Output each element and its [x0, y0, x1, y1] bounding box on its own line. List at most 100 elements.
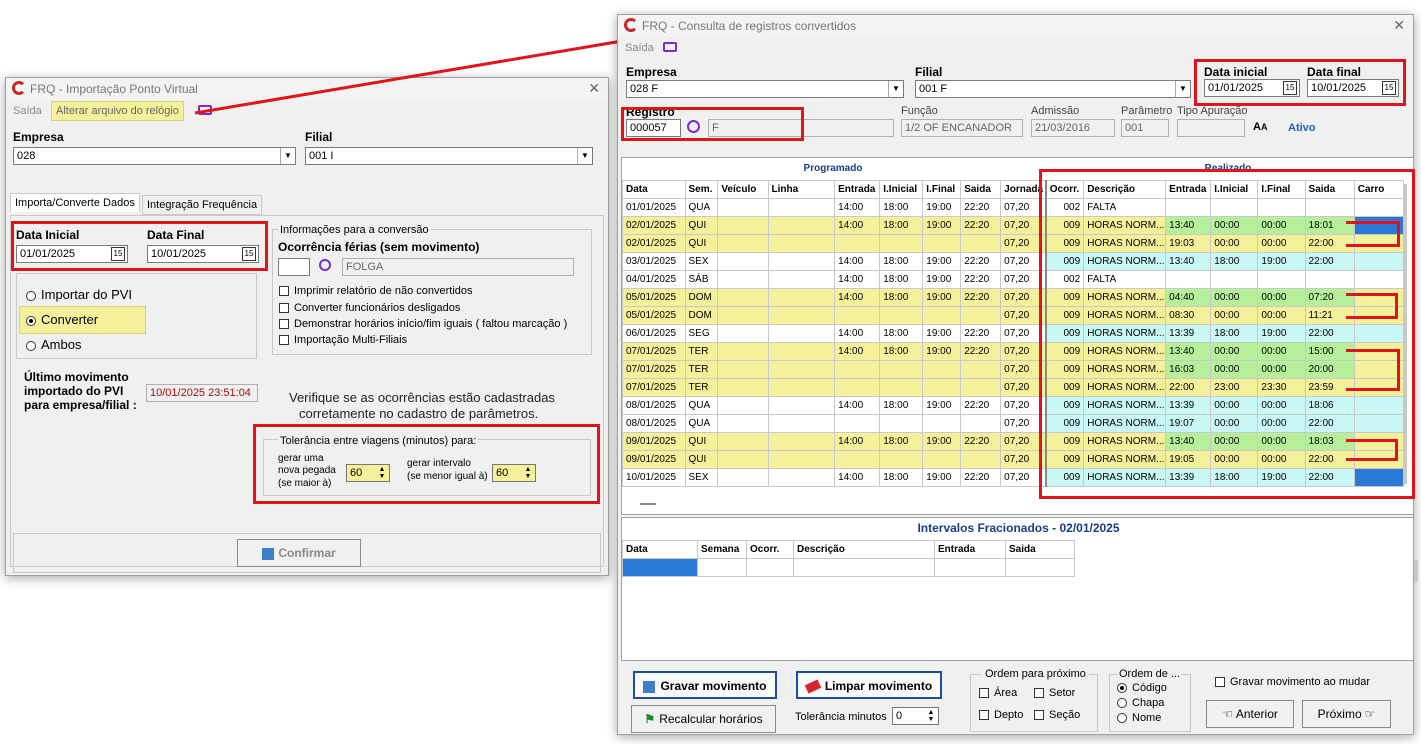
table-cell[interactable]: SEG: [684, 324, 719, 343]
table-cell[interactable]: 05/01/2025: [622, 306, 686, 325]
table-cell[interactable]: 19:00: [922, 216, 962, 235]
table-cell[interactable]: QUI: [684, 216, 719, 235]
table-cell[interactable]: [717, 306, 769, 325]
table-cell[interactable]: 14:00: [834, 324, 881, 343]
table-cell[interactable]: 07/01/2025: [622, 342, 686, 361]
opt-area[interactable]: Área: [979, 687, 1017, 699]
limpar-movimento-button[interactable]: Limpar movimento: [796, 671, 942, 699]
grid-header-cell[interactable]: Linha: [767, 180, 836, 199]
opt-setor[interactable]: Setor: [1034, 687, 1075, 699]
grid-header-cell[interactable]: Entrada: [834, 180, 881, 199]
table-cell[interactable]: 14:00: [834, 432, 881, 451]
table-cell[interactable]: TER: [684, 360, 719, 379]
radio-ambos-circle[interactable]: [26, 340, 36, 351]
table-cell[interactable]: [767, 252, 836, 271]
tab-integracao[interactable]: Integração Frequência: [142, 195, 263, 215]
intervalos-header-cell[interactable]: Saida: [1005, 540, 1075, 559]
table-cell[interactable]: [879, 234, 924, 253]
table-cell[interactable]: [834, 306, 881, 325]
table-cell[interactable]: [960, 450, 1002, 469]
intervalos-header-cell[interactable]: Entrada: [934, 540, 1006, 559]
table-cell[interactable]: QUA: [684, 396, 719, 415]
tab-importa[interactable]: Importa/Converte Dados: [10, 193, 140, 212]
table-cell[interactable]: [922, 414, 962, 433]
chevron-down-icon[interactable]: ▼: [1175, 81, 1190, 97]
table-cell[interactable]: DOM: [684, 306, 719, 325]
grid-header-cell[interactable]: I.Inicial: [879, 180, 924, 199]
radio-nome-circle[interactable]: [1117, 713, 1127, 724]
table-cell[interactable]: [767, 270, 836, 289]
confirmar-button[interactable]: Confirmar: [237, 539, 361, 567]
table-cell[interactable]: 18:00: [879, 432, 924, 451]
empresa-combo[interactable]: 028 ▼: [13, 147, 296, 165]
table-cell[interactable]: 22:20: [960, 288, 1002, 307]
table-cell[interactable]: [717, 270, 769, 289]
table-cell[interactable]: 18:00: [879, 216, 924, 235]
intervalos-header-cell[interactable]: Data: [622, 540, 698, 559]
tolerancia-minutos-spinner[interactable]: 0 ▲ ▼: [892, 707, 939, 725]
table-cell[interactable]: 19:00: [922, 324, 962, 343]
table-cell[interactable]: 18:00: [879, 468, 924, 487]
table-cell[interactable]: 19:00: [922, 342, 962, 361]
table-cell[interactable]: TER: [684, 342, 719, 361]
table-cell[interactable]: [767, 378, 836, 397]
table-cell[interactable]: [717, 216, 769, 235]
table-cell[interactable]: [717, 432, 769, 451]
table-cell[interactable]: 18:00: [879, 198, 924, 217]
table-cell[interactable]: SEX: [684, 252, 719, 271]
opt-setor-box[interactable]: [1034, 688, 1044, 699]
table-cell[interactable]: QUA: [684, 198, 719, 217]
table-cell[interactable]: 22:20: [960, 324, 1002, 343]
table-cell[interactable]: 01/01/2025: [622, 198, 686, 217]
table-cell[interactable]: SÁB: [684, 270, 719, 289]
table-cell[interactable]: 09/01/2025: [622, 432, 686, 451]
chk-demonstrar[interactable]: Demonstrar horários início/fim iguais ( …: [279, 318, 567, 330]
radio-chapa-circle[interactable]: [1117, 698, 1127, 709]
recalcular-button[interactable]: ⚑ Recalcular horários: [631, 705, 776, 733]
table-cell[interactable]: 14:00: [834, 288, 881, 307]
table-cell[interactable]: [922, 360, 962, 379]
gravar-movimento-button[interactable]: Gravar movimento: [633, 671, 777, 699]
chevron-down-icon[interactable]: ▼: [577, 148, 592, 164]
table-cell[interactable]: [717, 468, 769, 487]
table-cell[interactable]: [717, 450, 769, 469]
table-cell[interactable]: [767, 234, 836, 253]
intervalos-header-cell[interactable]: Semana: [697, 540, 747, 559]
table-cell[interactable]: [834, 450, 881, 469]
opt-secao-box[interactable]: [1034, 710, 1044, 721]
radio-importar-circle[interactable]: [26, 290, 36, 301]
table-cell[interactable]: [767, 216, 836, 235]
table-cell[interactable]: [834, 360, 881, 379]
chk-multifiliais-box[interactable]: [279, 335, 289, 346]
table-cell[interactable]: 14:00: [834, 216, 881, 235]
intervalos-cell[interactable]: [1005, 558, 1075, 577]
grid-header-cell[interactable]: Veículo: [717, 180, 769, 199]
menu-alterar-arquivo[interactable]: Alterar arquivo do relógio: [51, 101, 184, 121]
table-cell[interactable]: 22:20: [960, 216, 1002, 235]
intervalos-header-cell[interactable]: Ocorr.: [746, 540, 794, 559]
table-cell[interactable]: 22:20: [960, 270, 1002, 289]
empresa-combo[interactable]: 028 F ▼: [626, 80, 904, 98]
radio-importar[interactable]: Importar do PVI: [26, 287, 132, 302]
table-cell[interactable]: 07/01/2025: [622, 378, 686, 397]
table-cell[interactable]: 14:00: [834, 342, 881, 361]
chk-gravar-ao-mudar[interactable]: Gravar movimento ao mudar: [1215, 676, 1370, 688]
table-cell[interactable]: 18:00: [879, 324, 924, 343]
anterior-button[interactable]: ☜ Anterior: [1206, 700, 1294, 728]
filial-combo[interactable]: 001 F ▼: [915, 80, 1191, 98]
table-cell[interactable]: 14:00: [834, 252, 881, 271]
table-cell[interactable]: [767, 450, 836, 469]
table-cell[interactable]: [717, 234, 769, 253]
table-cell[interactable]: 19:00: [922, 270, 962, 289]
table-cell[interactable]: 22:20: [960, 396, 1002, 415]
intervalos-header-cell[interactable]: Descrição: [793, 540, 935, 559]
table-cell[interactable]: 02/01/2025: [622, 216, 686, 235]
table-cell[interactable]: 18:00: [879, 270, 924, 289]
table-cell[interactable]: 14:00: [834, 468, 881, 487]
table-cell[interactable]: 22:20: [960, 468, 1002, 487]
chk-imprimir-box[interactable]: [279, 286, 289, 297]
table-cell[interactable]: [834, 414, 881, 433]
intervalos-cell[interactable]: [934, 558, 1006, 577]
table-cell[interactable]: 07/01/2025: [622, 360, 686, 379]
table-cell[interactable]: [834, 378, 881, 397]
